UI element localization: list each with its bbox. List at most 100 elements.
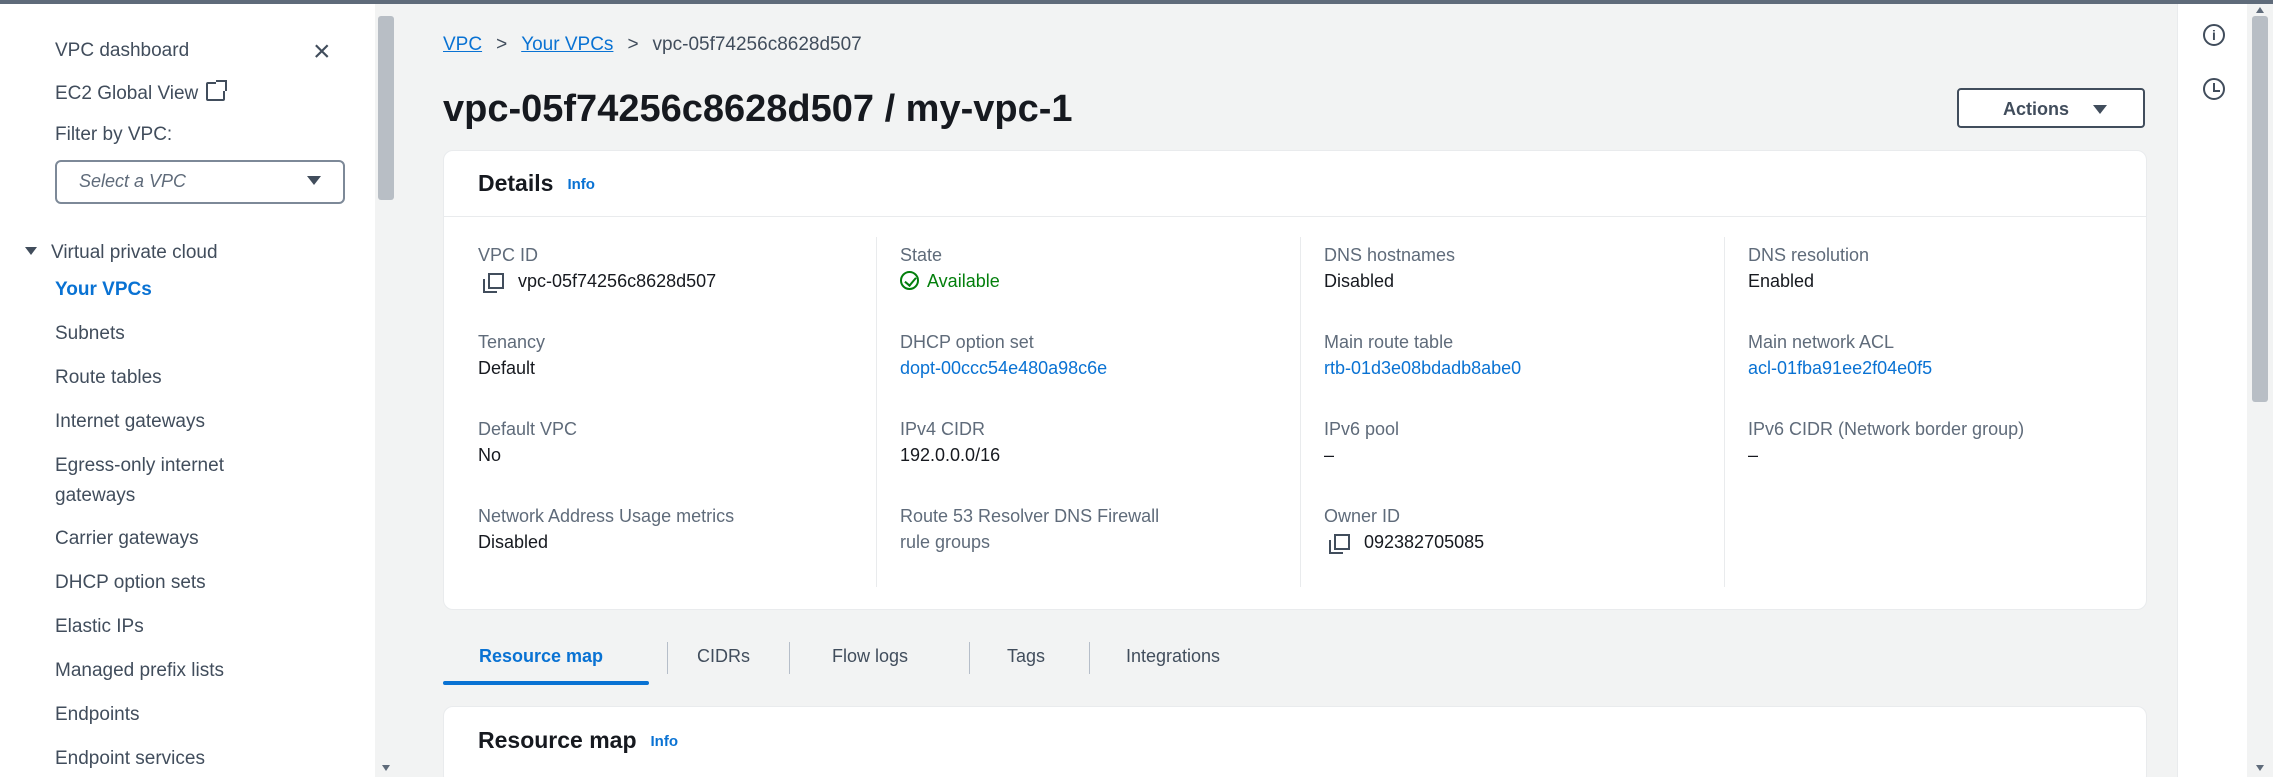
- main-network-acl-link[interactable]: acl-01fba91ee2f04e0f5: [1748, 358, 1932, 379]
- default-vpc-value: No: [478, 445, 502, 465]
- sidebar-item-managed-prefix-lists[interactable]: Managed prefix lists: [55, 656, 224, 686]
- owner-id-label: Owner ID: [1324, 506, 1401, 526]
- info-icon[interactable]: i: [2203, 24, 2225, 46]
- state-value: Available: [900, 271, 1000, 292]
- sidebar-item-internet-gateways[interactable]: Internet gateways: [55, 407, 205, 437]
- ec2-global-view-label: EC2 Global View: [55, 83, 199, 104]
- ipv6-cidr-label: IPv6 CIDR (Network border group): [1748, 419, 2025, 439]
- sidebar-item-route-tables[interactable]: Route tables: [55, 363, 162, 393]
- column-divider: [876, 237, 877, 587]
- dns-resolution-value: Enabled: [1748, 271, 1815, 291]
- sidebar-item-egress-only-internet-gateways-line2[interactable]: gateways: [55, 481, 135, 511]
- ipv6-pool-label: IPv6 pool: [1324, 419, 1400, 439]
- page-scrollbar[interactable]: [2247, 4, 2273, 777]
- breadcrumb-vpc[interactable]: VPC: [443, 34, 482, 55]
- owner-id-text: 092382705085: [1364, 532, 1485, 552]
- resource-map-info-link[interactable]: Info: [651, 733, 679, 750]
- tab-resource-map[interactable]: Resource map: [479, 646, 603, 667]
- caret-down-icon: [307, 176, 321, 185]
- sidebar-section-virtual-private-cloud[interactable]: Virtual private cloud: [25, 242, 218, 264]
- tab-active-indicator: [443, 681, 649, 685]
- ipv6-pool-value: –: [1324, 445, 1335, 465]
- caret-down-icon: [2093, 105, 2107, 114]
- page-title: vpc-05f74256c8628d507 / my-vpc-1: [443, 88, 1073, 130]
- resource-map-title: Resource map Info: [478, 727, 678, 754]
- resource-map-title-text: Resource map: [478, 727, 637, 753]
- right-tools-rail: i: [2177, 4, 2247, 777]
- breadcrumb-separator: >: [627, 34, 639, 55]
- dns-resolution-label: DNS resolution: [1748, 245, 1870, 265]
- close-icon[interactable]: ×: [313, 37, 331, 67]
- sidebar-item-elastic-ips[interactable]: Elastic IPs: [55, 612, 144, 642]
- state-label: State: [900, 245, 943, 265]
- sidebar-item-your-vpcs[interactable]: Your VPCs: [55, 275, 152, 305]
- route53-firewall-label: Route 53 Resolver DNS Firewall: [900, 506, 1160, 526]
- recent-history-icon[interactable]: [2203, 78, 2225, 100]
- sidebar-item-endpoints[interactable]: Endpoints: [55, 700, 140, 730]
- tab-divider: [969, 642, 970, 674]
- vpc-id-text: vpc-05f74256c8628d507: [518, 271, 717, 291]
- sidebar-item-endpoint-services[interactable]: Endpoint services: [55, 744, 205, 774]
- actions-button[interactable]: Actions: [1957, 88, 2145, 128]
- scroll-down-arrow-icon[interactable]: [382, 765, 390, 771]
- page-scroll-thumb[interactable]: [2252, 16, 2268, 402]
- tab-divider: [667, 642, 668, 674]
- breadcrumb-your-vpcs[interactable]: Your VPCs: [521, 34, 613, 55]
- copy-icon[interactable]: [483, 273, 504, 293]
- vpc-id-label: VPC ID: [478, 245, 539, 265]
- dns-hostnames-label: DNS hostnames: [1324, 245, 1456, 265]
- breadcrumb-current: vpc-05f74256c8628d507: [652, 34, 862, 55]
- tab-cidrs[interactable]: CIDRs: [697, 646, 750, 667]
- tenancy-value: Default: [478, 358, 536, 378]
- nau-metrics-value: Disabled: [478, 532, 549, 552]
- vpc-id-value: vpc-05f74256c8628d507: [483, 271, 717, 293]
- status-available-icon: [900, 271, 919, 290]
- sidebar: VPC dashboard × EC2 Global View Filter b…: [0, 4, 375, 777]
- tab-integrations[interactable]: Integrations: [1126, 646, 1220, 667]
- tab-flow-logs[interactable]: Flow logs: [832, 646, 908, 667]
- tab-tags[interactable]: Tags: [1007, 646, 1045, 667]
- tenancy-label: Tenancy: [478, 332, 546, 352]
- main-content: VPC > Your VPCs > vpc-05f74256c8628d507 vpc-…: [397, 4, 2177, 777]
- sidebar-item-dhcp-option-sets[interactable]: DHCP option sets: [55, 568, 206, 598]
- tab-divider: [1089, 642, 1090, 674]
- details-info-link[interactable]: Info: [567, 176, 595, 193]
- ipv4-cidr-value: 192.0.0.0/16: [900, 445, 1001, 465]
- default-vpc-label: Default VPC: [478, 419, 578, 439]
- main-route-table-label: Main route table: [1324, 332, 1454, 352]
- main-route-table-link[interactable]: rtb-01d3e08bdadb8abe0: [1324, 358, 1521, 379]
- caret-down-icon: [25, 247, 37, 255]
- details-panel: Details Info VPC ID vpc-05f74256c8628d507…: [443, 150, 2147, 610]
- ipv4-cidr-label: IPv4 CIDR: [900, 419, 986, 439]
- ipv6-cidr-value: –: [1748, 445, 1759, 465]
- details-title: Details Info: [478, 170, 595, 197]
- column-divider: [1724, 237, 1725, 587]
- tab-divider: [789, 642, 790, 674]
- sidebar-scrollbar[interactable]: [375, 4, 397, 777]
- sidebar-vpc-dashboard-link[interactable]: VPC dashboard: [55, 40, 189, 62]
- scroll-down-arrow-icon[interactable]: [2256, 765, 2264, 771]
- nau-metrics-label: Network Address Usage metrics: [478, 506, 735, 526]
- details-header: Details Info: [444, 151, 2146, 217]
- dhcp-option-set-label: DHCP option set: [900, 332, 1034, 352]
- dhcp-option-set-link[interactable]: dopt-00ccc54e480a98c6e: [900, 358, 1107, 379]
- copy-icon[interactable]: [1329, 534, 1350, 554]
- dns-hostnames-value: Disabled: [1324, 271, 1395, 291]
- sidebar-scroll-thumb[interactable]: [378, 16, 394, 200]
- sidebar-ec2-global-view-link[interactable]: EC2 Global View: [55, 80, 228, 105]
- column-divider: [1300, 237, 1301, 587]
- scroll-up-arrow-icon[interactable]: [2256, 7, 2264, 13]
- breadcrumb: VPC > Your VPCs > vpc-05f74256c8628d507: [443, 34, 862, 56]
- sidebar-item-carrier-gateways[interactable]: Carrier gateways: [55, 524, 199, 554]
- vpc-filter-select[interactable]: Select a VPC: [55, 160, 345, 204]
- state-text: Available: [927, 271, 1000, 291]
- route53-firewall-label-line2: rule groups: [900, 532, 991, 552]
- vpc-filter-select-value: Select a VPC: [79, 171, 187, 191]
- sidebar-section-label: Virtual private cloud: [51, 242, 218, 263]
- sidebar-item-subnets[interactable]: Subnets: [55, 319, 125, 349]
- actions-button-label: Actions: [2003, 99, 2070, 119]
- main-network-acl-label: Main network ACL: [1748, 332, 1895, 352]
- owner-id-value: 092382705085: [1329, 532, 1485, 554]
- filter-by-vpc-label: Filter by VPC:: [55, 124, 173, 145]
- sidebar-item-egress-only-internet-gateways[interactable]: Egress-only internet: [55, 451, 224, 481]
